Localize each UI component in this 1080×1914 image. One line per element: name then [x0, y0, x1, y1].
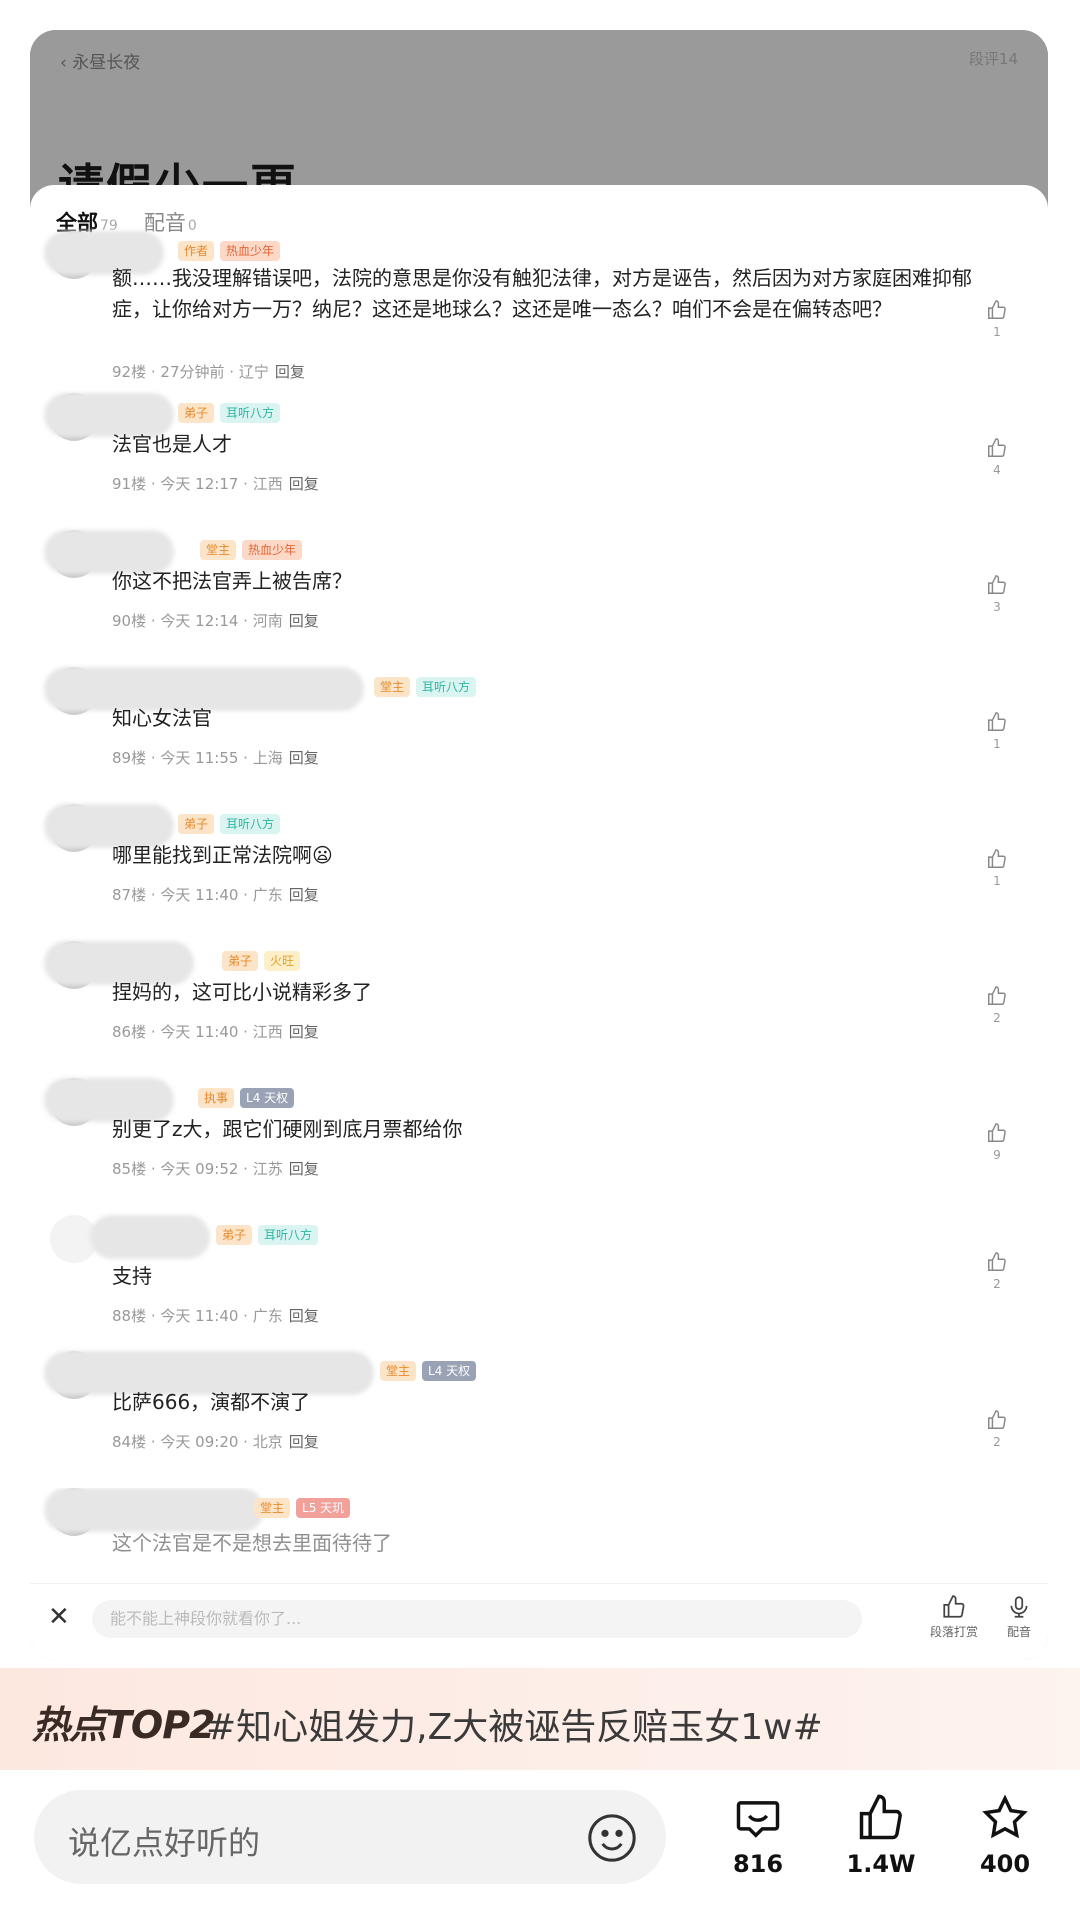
back-button[interactable]: ‹ 永昼长夜 — [60, 48, 140, 73]
thumb-up-icon — [988, 1123, 1006, 1142]
reply-bar: ✕ 能不能上神段你就看你了... 段落打赏 配音 — [30, 1583, 1048, 1660]
like-button[interactable]: 2 — [982, 1409, 1012, 1449]
comment-screenshot: ‹ 永昼长夜 段评14 请假少一更 全部79 配音0 作者热血少年 额……我没理… — [30, 30, 1048, 1660]
reply-button[interactable]: 回复 — [289, 1307, 319, 1325]
hot-topic-banner[interactable]: 热点TOP2 #知心姐发力,Z大被诬告反赔玉女1w# — [0, 1668, 1080, 1770]
comment-meta: 85楼 · 今天 09:52 · 江苏 回复 — [112, 1160, 319, 1178]
like-button[interactable]: 2 — [982, 985, 1012, 1025]
book-title: 永昼长夜 — [72, 53, 141, 73]
like-button[interactable]: 3 — [982, 574, 1012, 614]
bottom-action-bar: 说亿点好听的 816 1.4W 400 — [0, 1770, 1080, 1914]
comment-meta: 87楼 · 今天 11:40 · 广东 回复 — [112, 886, 319, 904]
like-button[interactable]: 9 — [982, 1122, 1012, 1162]
close-icon[interactable]: ✕ — [48, 1602, 70, 1632]
comment-meta: 86楼 · 今天 11:40 · 江西 回复 — [112, 1023, 319, 1041]
level-badge: 热血少年 — [220, 241, 281, 261]
comment-input[interactable]: 说亿点好听的 — [34, 1790, 666, 1884]
reply-button[interactable]: 回复 — [289, 1023, 319, 1041]
comment-text: 额……我没理解错误吧，法院的意思是你没有触犯法律，对方是诬告，然后因为对方家庭困… — [112, 266, 972, 321]
comment-item: 堂主 L5 天玑 这个法官是不是想去里面待待了 — [30, 1488, 1048, 1578]
emoji-icon[interactable] — [584, 1810, 640, 1866]
comments-count: 816 — [732, 1850, 784, 1878]
reply-button[interactable]: 回复 — [289, 475, 319, 493]
role-badge: 执事 — [198, 1088, 235, 1108]
role-badge: 作者 — [178, 241, 215, 261]
role-badge: 堂主 — [380, 1361, 417, 1381]
reward-icon — [943, 1595, 965, 1618]
level-badge: 火旺 — [264, 951, 301, 971]
comment-meta: 91楼 · 今天 12:17 · 江西 回复 — [112, 475, 319, 493]
reply-button[interactable]: 回复 — [289, 1160, 319, 1178]
level-badge: 耳听八方 — [220, 814, 281, 834]
thumb-up-icon — [988, 986, 1006, 1005]
thumb-up-icon — [988, 438, 1006, 457]
comment-meta: 90楼 · 今天 12:14 · 河南 回复 — [112, 612, 319, 630]
comment-text: 别更了z大，跟它们硬刚到底月票都给你 — [112, 1117, 463, 1141]
reply-button[interactable]: 回复 — [275, 363, 305, 381]
reply-button[interactable]: 回复 — [289, 612, 319, 630]
comment-text: 捏妈的，这可比小说精彩多了 — [112, 980, 372, 1004]
thumb-up-icon — [988, 1252, 1006, 1271]
like-chapter-button[interactable]: 1.4W — [836, 1792, 926, 1878]
thumb-up-icon — [988, 849, 1006, 868]
comment-text: 你这不把法官弄上被告席？ — [112, 569, 352, 593]
comment-text: 支持 — [112, 1264, 152, 1288]
microphone-icon — [1010, 1596, 1028, 1618]
thumb-up-icon — [988, 575, 1006, 594]
comment-meta: 89楼 · 今天 11:55 · 上海 回复 — [112, 749, 319, 767]
thumb-up-icon — [988, 1410, 1006, 1429]
favorites-count: 400 — [979, 1850, 1031, 1878]
favorite-button[interactable]: 400 — [960, 1792, 1050, 1878]
role-badge: 弟子 — [178, 814, 215, 834]
like-button[interactable]: 1 — [982, 848, 1012, 888]
comment-text: 这个法官是不是想去里面待待了 — [112, 1531, 392, 1555]
like-button[interactable]: 1 — [982, 299, 1012, 339]
comments-button[interactable]: 816 — [713, 1792, 803, 1878]
reply-button[interactable]: 回复 — [289, 1433, 319, 1451]
level-badge: 耳听八方 — [416, 677, 477, 697]
comment-sheet: 全部 79 配音 0 作者 热血少年 额……我没理解错误吧，法院的意思是你没有触犯法律… — [30, 185, 1048, 1660]
thumb-up-icon — [988, 712, 1006, 731]
like-button[interactable]: 4 — [982, 437, 1012, 477]
comment-meta: 92楼 · 27分钟前 · 辽宁 回复 — [112, 363, 305, 381]
like-button[interactable]: 1 — [982, 711, 1012, 751]
level-badge: L4 天权 — [240, 1088, 295, 1108]
comment-meta: 84楼 · 今天 09:20 · 北京 回复 — [112, 1433, 319, 1451]
dub-button[interactable]: 配音 — [1006, 1594, 1032, 1640]
comment-text: 法官也是人才 — [112, 432, 232, 456]
paragraph-reward-button[interactable]: 段落打赏 — [930, 1594, 978, 1640]
dimmed-chapter-header: ‹ 永昼长夜 段评14 请假少一更 — [30, 30, 1048, 213]
reply-input[interactable]: 能不能上神段你就看你了... — [92, 1600, 862, 1638]
role-badge: 弟子 — [216, 1225, 253, 1245]
level-badge: L4 天权 — [422, 1361, 477, 1381]
role-badge: 堂主 — [254, 1498, 291, 1518]
level-badge: 热血少年 — [242, 540, 303, 560]
comment-meta: 88楼 · 今天 11:40 · 广东 回复 — [112, 1307, 319, 1325]
hot-rank-label: 热点TOP2 — [32, 1703, 216, 1747]
hot-topic-text: #知心姐发力,Z大被诬告反赔玉女1w# — [206, 1707, 823, 1748]
username-blurred — [90, 1215, 210, 1259]
comment-bubble-icon — [736, 1801, 780, 1838]
role-badge: 弟子 — [178, 403, 215, 423]
star-icon — [982, 1794, 1028, 1839]
role-badge: 弟子 — [222, 951, 259, 971]
reply-button[interactable]: 回复 — [289, 749, 319, 767]
level-badge: 耳听八方 — [220, 403, 281, 423]
like-button[interactable]: 2 — [982, 1251, 1012, 1291]
comment-text: 哪里能找到正常法院啊😦 — [112, 843, 333, 867]
likes-count: 1.4W — [846, 1850, 916, 1878]
comment-input-placeholder: 说亿点好听的 — [68, 1824, 261, 1862]
paragraph-comment-count: 段评14 — [968, 50, 1018, 68]
comment-text: 知心女法官 — [112, 706, 212, 730]
comment-text: 比萨666，演都不演了 — [112, 1390, 311, 1414]
level-badge: 耳听八方 — [258, 1225, 319, 1245]
thumb-up-icon — [859, 1794, 902, 1840]
role-badge: 堂主 — [374, 677, 411, 697]
username-blurred — [44, 1488, 264, 1532]
reply-button[interactable]: 回复 — [289, 886, 319, 904]
role-badge: 堂主 — [200, 540, 237, 560]
chevron-left-icon: ‹ — [60, 53, 73, 73]
thumb-up-icon — [988, 300, 1006, 319]
level-badge: L5 天玑 — [296, 1498, 351, 1518]
